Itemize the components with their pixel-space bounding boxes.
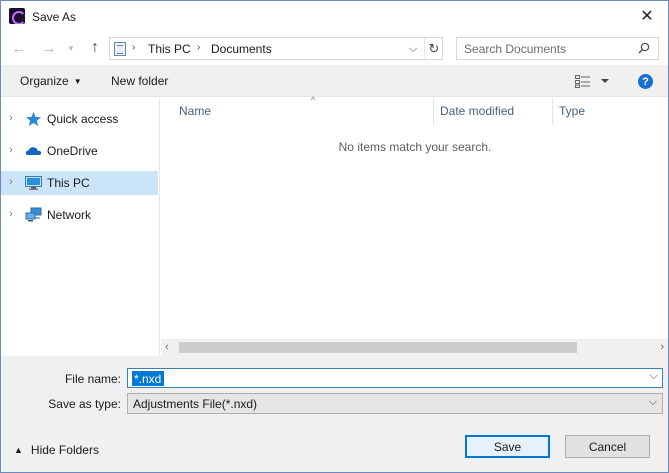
expand-chevron-icon[interactable]: › — [9, 208, 13, 220]
organize-caret-icon: ▼ — [73, 77, 82, 86]
save-as-type-value: Adjustments File(*.nxd) — [133, 397, 258, 411]
expand-chevron-icon[interactable]: › — [9, 112, 13, 124]
save-as-type-select[interactable]: Adjustments File(*.nxd) ⌵ — [127, 393, 663, 414]
recent-locations-button[interactable]: ▾ — [65, 38, 77, 58]
search-icon[interactable] — [638, 42, 650, 54]
column-label-date-modified: Date modified — [440, 104, 515, 118]
search-input[interactable] — [457, 38, 635, 59]
search-box — [456, 37, 659, 60]
collapse-caret-icon: ▲ — [14, 445, 23, 455]
cloud-icon — [25, 147, 42, 155]
expand-chevron-icon[interactable]: › — [9, 176, 13, 188]
scrollbar-thumb[interactable] — [179, 342, 577, 353]
file-name-label: File name: — [64, 372, 121, 386]
save-button[interactable]: Save — [465, 435, 550, 458]
file-list: ^ Name Date modified Type No items match… — [161, 95, 668, 356]
nav-label-quick-access: Quick access — [47, 112, 119, 126]
empty-message: No items match your search. — [338, 140, 492, 154]
this-pc-icon — [114, 42, 126, 56]
nav-label-onedrive: OneDrive — [47, 144, 98, 158]
hide-folders-button[interactable]: ▲ Hide Folders — [14, 443, 99, 457]
breadcrumb-documents[interactable]: Documents — [211, 42, 272, 56]
breadcrumb-this-pc[interactable]: This PC — [148, 42, 191, 56]
column-label-name: Name — [179, 104, 212, 118]
save-options-panel: File name: ⌵ Save as type: Adjustments F… — [1, 356, 668, 472]
command-toolbar: Organize ▼ New folder ? — [1, 65, 668, 97]
horizontal-scrollbar[interactable]: ‹ › — [161, 339, 668, 356]
breadcrumb-separator-icon[interactable]: › — [132, 42, 135, 53]
nav-item-this-pc[interactable]: › This PC — [1, 171, 158, 195]
nav-item-network[interactable]: › Network — [1, 203, 158, 227]
nav-label-network: Network — [47, 208, 92, 222]
hide-folders-label: Hide Folders — [30, 443, 99, 457]
close-button[interactable]: ✕ — [638, 7, 656, 25]
column-label-type: Type — [559, 104, 586, 118]
new-folder-button[interactable]: New folder — [111, 74, 168, 88]
file-name-input[interactable] — [132, 371, 164, 386]
network-icon — [25, 207, 42, 222]
refresh-button[interactable]: ↻ — [424, 38, 443, 59]
back-button[interactable]: ← — [9, 38, 29, 58]
column-header-type[interactable]: Type — [553, 98, 668, 125]
window-title: Save As — [32, 10, 77, 24]
save-as-type-dropdown-icon[interactable]: ⌵ — [649, 396, 657, 409]
star-icon — [26, 112, 41, 126]
organize-button[interactable]: Organize ▼ — [20, 74, 82, 88]
scroll-left-icon[interactable]: ‹ — [165, 341, 169, 353]
forward-button[interactable]: → — [39, 38, 59, 58]
address-bar[interactable]: › This PC › Documents ⌵ ↻ — [109, 37, 443, 60]
cancel-button[interactable]: Cancel — [565, 435, 650, 458]
address-row: ← → ▾ ↑ › This PC › Documents ⌵ ↻ — [1, 32, 668, 65]
breadcrumb-separator-icon[interactable]: › — [197, 42, 200, 53]
change-view-icon[interactable] — [575, 73, 611, 89]
nav-item-quick-access[interactable]: › Quick access — [1, 107, 158, 131]
column-header-date-modified[interactable]: Date modified — [434, 98, 553, 125]
title-bar: Save As ✕ — [1, 1, 668, 32]
file-name-dropdown-icon[interactable]: ⌵ — [650, 370, 658, 383]
organize-label: Organize — [20, 74, 69, 88]
file-name-combobox[interactable]: ⌵ — [127, 368, 663, 388]
expand-chevron-icon[interactable]: › — [9, 144, 13, 156]
app-icon — [9, 8, 25, 24]
sort-ascending-icon: ^ — [311, 95, 316, 105]
address-dropdown-icon[interactable]: ⌵ — [406, 41, 420, 57]
help-button[interactable]: ? — [638, 74, 653, 89]
save-as-type-label: Save as type: — [48, 397, 121, 411]
save-as-dialog: Save As ✕ ← → ▾ ↑ › This PC › Documents … — [0, 0, 669, 473]
scroll-right-icon[interactable]: › — [660, 341, 664, 353]
up-button[interactable]: ↑ — [85, 38, 105, 58]
column-header-name[interactable]: ^ Name — [173, 95, 434, 125]
nav-label-this-pc: This PC — [47, 176, 90, 190]
navigation-pane: › Quick access › OneDrive › This PC › Ne… — [1, 98, 160, 356]
computer-icon — [25, 176, 42, 190]
nav-item-onedrive[interactable]: › OneDrive — [1, 139, 158, 163]
